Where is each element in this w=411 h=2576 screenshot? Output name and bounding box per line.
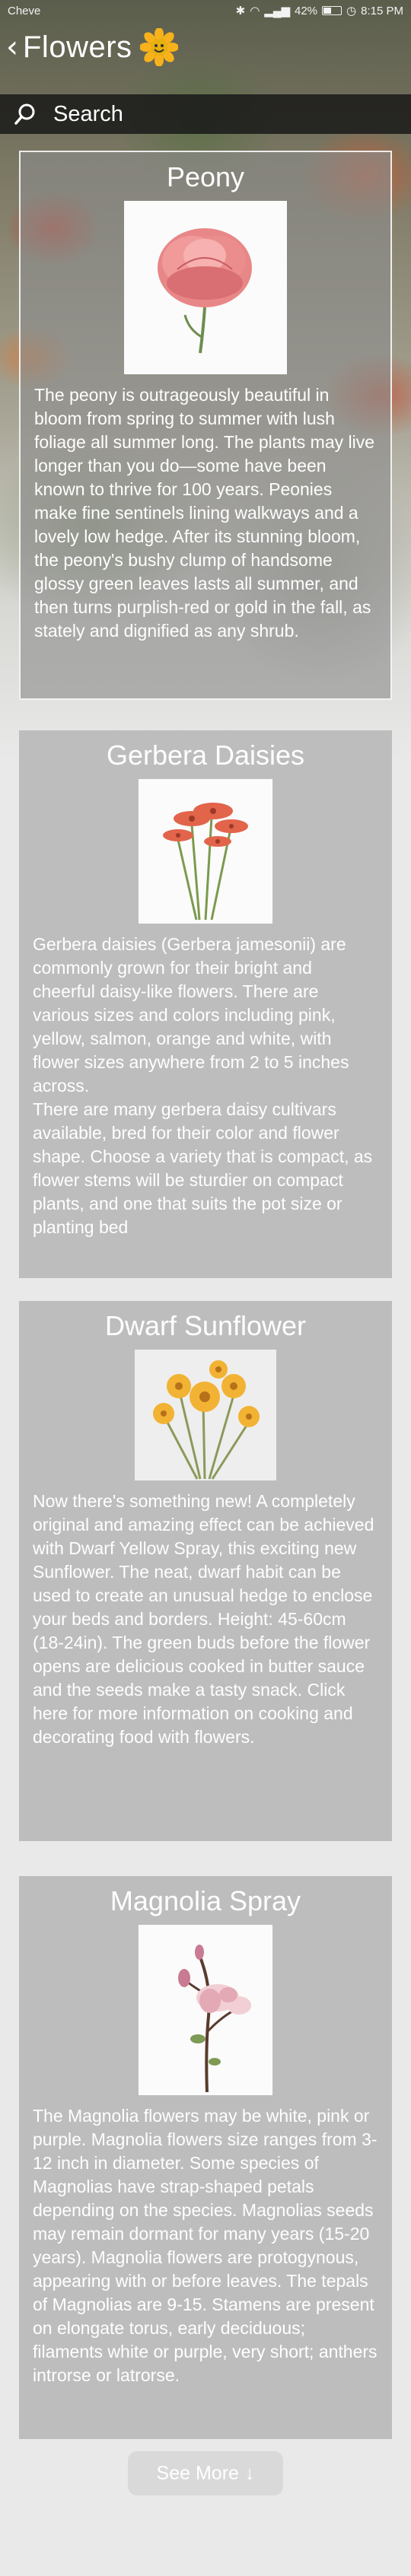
signal-icon: ▂▄▆ <box>264 5 290 17</box>
wifi-icon: ◠ <box>250 5 260 17</box>
carrier-label: Cheve <box>8 4 41 17</box>
search-icon <box>14 103 35 125</box>
app-header: ‹ Flowers <box>0 23 411 72</box>
time-label: 8:15 PM <box>361 4 403 17</box>
arrow-down-icon: ↓ <box>244 2462 255 2484</box>
flower-card-peony[interactable]: Peony The peony is outrageously beautifu… <box>19 151 392 700</box>
status-bar: Cheve ✱ ◠ ▂▄▆ 42% ◷ 8:15 PM <box>0 0 411 21</box>
card-description: The Magnolia flowers may be white, pink … <box>33 2106 378 2385</box>
battery-icon <box>322 6 342 15</box>
flower-card-magnolia-spray[interactable]: Magnolia Spray The Magnolia flowers may … <box>19 1876 392 2439</box>
card-title: Dwarf Sunflower <box>104 1310 307 1341</box>
battery-percent: 42% <box>295 4 318 17</box>
search-bar[interactable]: Search <box>0 94 411 134</box>
flower-card-gerbera-daisies[interactable]: Gerbera Daisies Gerbera daisies (Gerbera… <box>19 730 392 1278</box>
back-chevron-icon[interactable]: ‹ <box>6 32 18 62</box>
card-title: Peony <box>166 161 245 192</box>
gerbera-image <box>139 779 272 924</box>
sunflower-icon <box>139 28 178 66</box>
card-description-2: There are many gerbera daisy cultivars a… <box>33 1099 373 1237</box>
peony-image <box>124 201 287 374</box>
flower-card-dwarf-sunflower[interactable]: Dwarf Sunflower Now there's something ne… <box>19 1301 392 1841</box>
page-title: Flowers <box>23 30 132 64</box>
search-label: Search <box>53 101 123 126</box>
magnolia-image <box>139 1925 272 2095</box>
see-more-button[interactable]: See More ↓ <box>128 2451 283 2495</box>
clock-icon: ◷ <box>346 5 357 17</box>
card-description: Now there's something new! A completely … <box>33 1491 374 1747</box>
card-description: Gerbera daisies (Gerbera jamesonii) are … <box>33 934 349 1096</box>
card-description: The peony is outrageously beautiful in b… <box>34 385 375 641</box>
status-icons: ✱ ◠ ▂▄▆ 42% ◷ 8:15 PM <box>235 4 403 18</box>
card-title: Gerbera Daisies <box>106 739 305 771</box>
sunflower-image <box>135 1350 276 1480</box>
card-title: Magnolia Spray <box>110 1885 301 1916</box>
bluetooth-icon: ✱ <box>235 5 246 17</box>
see-more-label: See More <box>156 2462 239 2484</box>
